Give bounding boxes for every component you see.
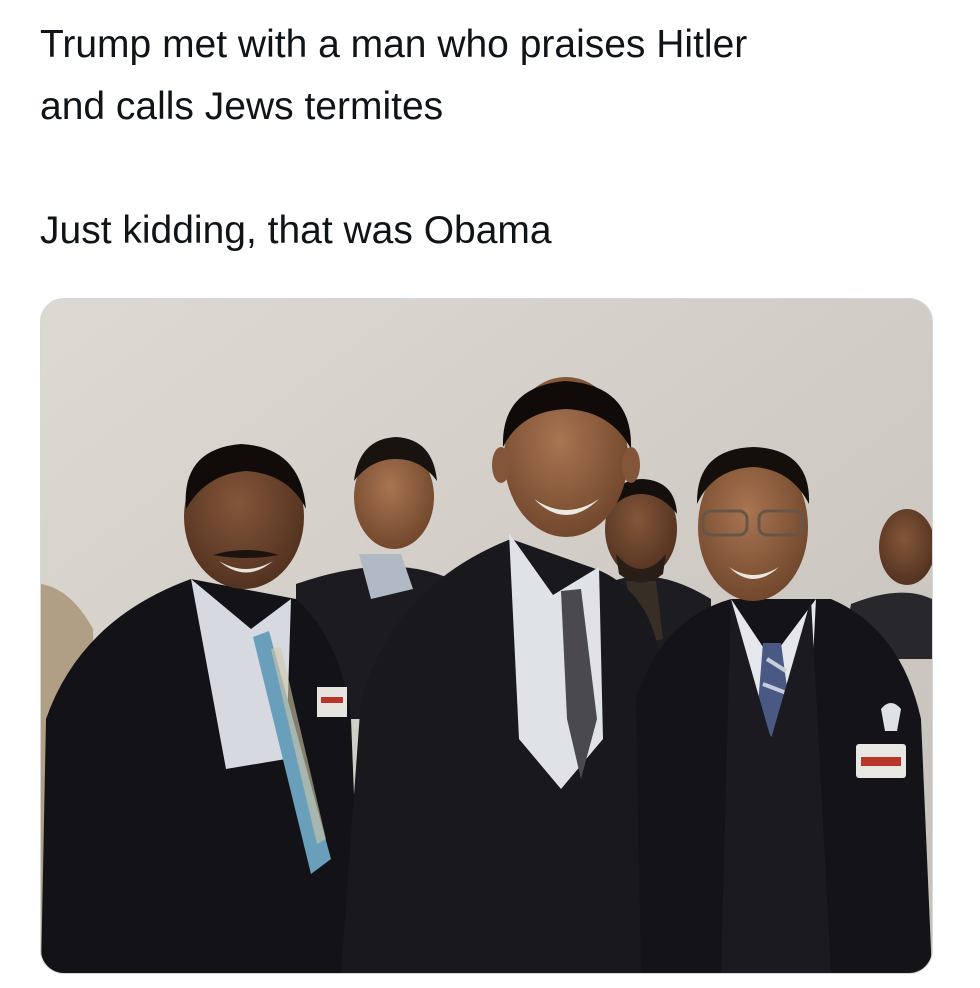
tweet-text: Trump met with a man who praises Hitler …: [40, 14, 940, 262]
tweet-line-1: Trump met with a man who praises Hitler: [40, 23, 748, 66]
tweet-line-2: and calls Jews termites: [40, 85, 444, 128]
tweet-photo[interactable]: [40, 298, 933, 974]
tweet-line-3: Just kidding, that was Obama: [40, 209, 552, 252]
group-photo: [41, 299, 932, 973]
